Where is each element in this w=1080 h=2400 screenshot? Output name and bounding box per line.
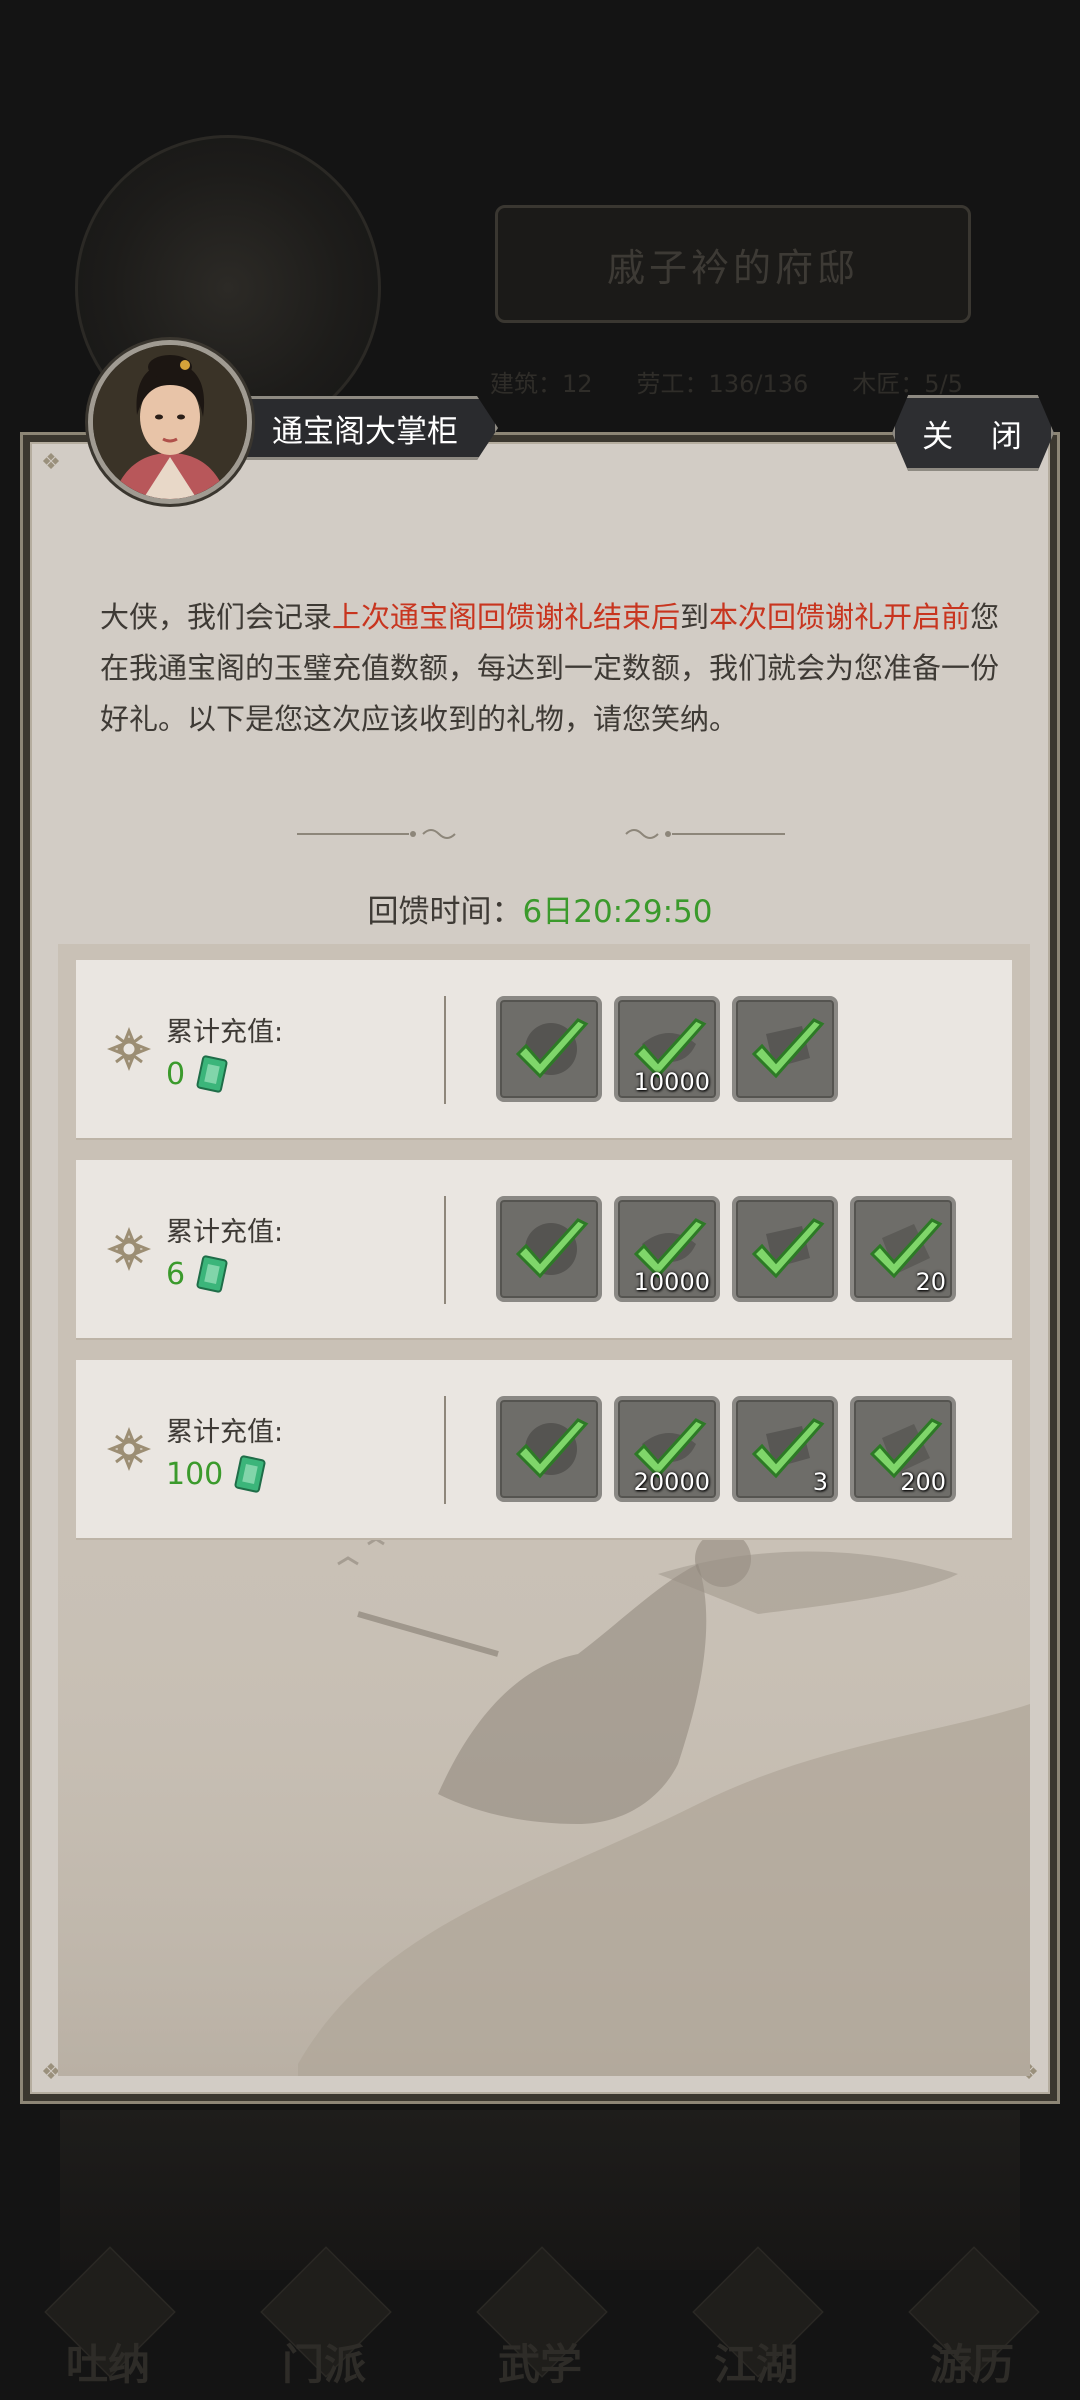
intro-text: 大侠，我们会记录上次通宝阁回馈谢礼结束后到本次回馈谢礼开启前您在我通宝阁的玉璧充… bbox=[100, 600, 1000, 736]
nav-travel: 游历 bbox=[897, 2250, 1047, 2400]
row-divider bbox=[444, 1196, 446, 1304]
corner-ornament-icon: ❖ bbox=[41, 450, 61, 475]
mansion-stats: 建筑：12 劳工：136/136 木匠：5/5 bbox=[490, 364, 1010, 399]
mansion-title: 戚子衿的府邸 bbox=[495, 205, 971, 323]
row-divider bbox=[444, 996, 446, 1104]
reward-item-book[interactable]: 20 bbox=[850, 1196, 956, 1302]
item-quantity: 20 bbox=[915, 1268, 946, 1296]
tier-amount: 0 bbox=[166, 1054, 229, 1094]
dialog-body: ❖ ❖ ❖ ❖ 大侠，我们会记录上次通宝阁回馈谢礼结束后到本次回馈谢礼开启前您在… bbox=[30, 442, 1050, 2094]
timer-label: 回馈时间： bbox=[367, 894, 523, 930]
reward-items: 10000 bbox=[496, 996, 838, 1102]
item-quantity: 3 bbox=[812, 1468, 828, 1496]
reward-item-scroll[interactable]: 3 bbox=[732, 1396, 838, 1502]
tier-label: 累计充值: bbox=[166, 1217, 284, 1248]
flower-badge-icon bbox=[106, 1226, 152, 1272]
tier-label: 累计充值: bbox=[166, 1417, 284, 1448]
stat-buildings: 建筑：12 bbox=[490, 370, 593, 398]
reward-item-token[interactable] bbox=[496, 1196, 602, 1302]
claimed-check-icon bbox=[751, 1018, 825, 1079]
reward-items: 20000 3 200 bbox=[496, 1396, 956, 1502]
reward-list[interactable]: 累计充值: 0 10000 累计充值: 6 10000 20 累计充值: 100… bbox=[58, 944, 1030, 2076]
reward-item-scroll[interactable] bbox=[732, 996, 838, 1102]
reward-item-book[interactable]: 200 bbox=[850, 1396, 956, 1502]
close-button[interactable]: 关 闭 bbox=[892, 395, 1054, 471]
flower-badge-icon bbox=[106, 1426, 152, 1472]
reward-item-silver[interactable]: 10000 bbox=[614, 996, 720, 1102]
reward-tier-row[interactable]: 累计充值: 6 10000 20 bbox=[76, 1160, 1012, 1340]
item-quantity: 10000 bbox=[633, 1268, 710, 1296]
claimed-check-icon bbox=[515, 1018, 589, 1079]
reward-item-silver[interactable]: 20000 bbox=[614, 1396, 720, 1502]
claimed-check-icon bbox=[751, 1218, 825, 1279]
nav-breathing: 吐纳 bbox=[33, 2250, 183, 2400]
tier-amount: 6 bbox=[166, 1254, 229, 1294]
nav-sect: 门派 bbox=[249, 2250, 399, 2400]
ink-painting-backdrop bbox=[58, 1504, 1030, 2076]
reward-item-token[interactable] bbox=[496, 1396, 602, 1502]
nav-jianghu: 江湖 bbox=[681, 2250, 831, 2400]
feedback-timer: 回馈时间：6日20:29:50 bbox=[32, 886, 1048, 931]
jade-icon bbox=[196, 1055, 228, 1093]
flower-badge-icon bbox=[106, 1026, 152, 1072]
timer-value: 6日20:29:50 bbox=[522, 894, 713, 930]
divider-ornament bbox=[620, 826, 785, 842]
reward-item-scroll[interactable] bbox=[732, 1196, 838, 1302]
jade-icon bbox=[234, 1455, 266, 1493]
tier-label: 累计充值: bbox=[166, 1017, 284, 1048]
reward-tier-row[interactable]: 累计充值: 100 20000 3 200 bbox=[76, 1360, 1012, 1540]
shopkeeper-portrait-icon bbox=[93, 345, 247, 499]
row-divider bbox=[444, 1396, 446, 1504]
reward-items: 10000 20 bbox=[496, 1196, 956, 1302]
npc-avatar bbox=[88, 340, 252, 504]
item-quantity: 20000 bbox=[633, 1468, 710, 1496]
divider-ornament bbox=[297, 826, 462, 842]
reward-dialog: ❖ ❖ ❖ ❖ 大侠，我们会记录上次通宝阁回馈谢礼结束后到本次回馈谢礼开启前您在… bbox=[20, 432, 1060, 2104]
item-quantity: 10000 bbox=[633, 1068, 710, 1096]
bottom-nav: 吐纳 门派 武学 江湖 游历 bbox=[0, 2230, 1080, 2400]
reward-item-silver[interactable]: 10000 bbox=[614, 1196, 720, 1302]
npc-name: 通宝阁大掌柜 bbox=[272, 413, 458, 450]
stat-carpenters: 木匠：5/5 bbox=[852, 370, 963, 398]
item-quantity: 200 bbox=[900, 1468, 946, 1496]
npc-name-plate: 通宝阁大掌柜 bbox=[236, 396, 498, 460]
reward-item-token[interactable] bbox=[496, 996, 602, 1102]
stat-laborers: 劳工：136/136 bbox=[636, 370, 809, 398]
jade-icon bbox=[196, 1255, 228, 1293]
claimed-check-icon bbox=[515, 1418, 589, 1479]
tier-amount: 100 bbox=[166, 1454, 267, 1494]
claimed-check-icon bbox=[515, 1218, 589, 1279]
nav-martial-arts: 武学 bbox=[465, 2250, 615, 2400]
reward-tier-row[interactable]: 累计充值: 0 10000 bbox=[76, 960, 1012, 1140]
